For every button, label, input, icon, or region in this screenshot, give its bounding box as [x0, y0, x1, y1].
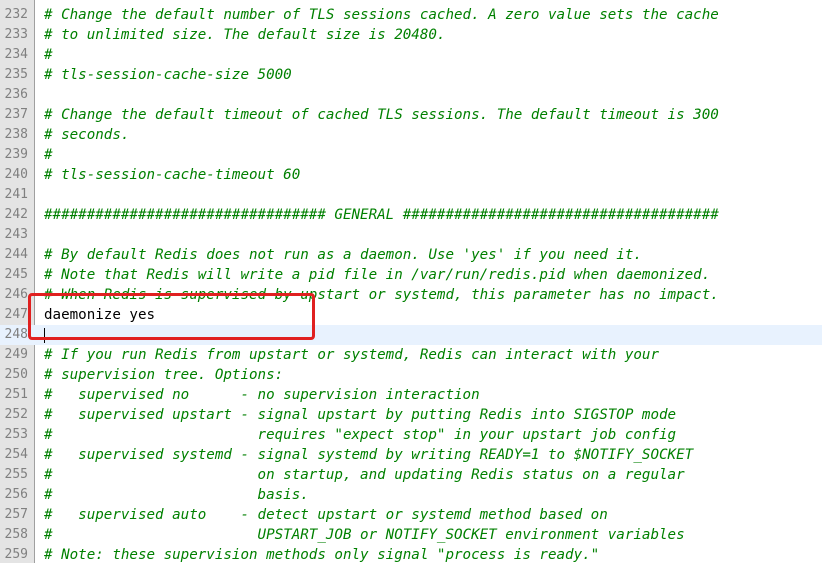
- line-number: 255: [4, 467, 28, 482]
- code-line[interactable]: 258 # UPSTART_JOB or NOTIFY_SOCKET enviro…: [0, 525, 822, 545]
- code-line[interactable]: 239 #: [0, 145, 822, 165]
- comment-text: # on startup, and updating Redis status …: [44, 467, 685, 483]
- code-line[interactable]: 255 # on startup, and updating Redis stat…: [0, 465, 822, 485]
- comment-text: ################################# GENERA…: [44, 207, 719, 223]
- code-line[interactable]: 237 # Change the default timeout of cache…: [0, 105, 822, 125]
- code-line[interactable]: 240 # tls-session-cache-timeout 60: [0, 165, 822, 185]
- comment-text: # tls-session-cache-size 5000: [44, 67, 292, 83]
- code-editor[interactable]: 232 # Change the default number of TLS se…: [0, 0, 822, 563]
- comment-text: # seconds.: [44, 127, 130, 143]
- line-number: 247: [4, 307, 28, 322]
- line-number: 237: [4, 107, 28, 122]
- code-line[interactable]: 254 # supervised systemd - signal systemd…: [0, 445, 822, 465]
- line-number: 259: [4, 547, 28, 562]
- comment-text: # Change the default timeout of cached T…: [44, 107, 719, 123]
- code-line[interactable]: 238 # seconds.: [0, 125, 822, 145]
- code-line[interactable]: 244 # By default Redis does not run as a …: [0, 245, 822, 265]
- line-number: 236: [4, 87, 28, 102]
- code-line[interactable]: 259 # Note: these supervision methods onl…: [0, 545, 822, 565]
- code-line[interactable]: 252 # supervised upstart - signal upstart…: [0, 405, 822, 425]
- line-number: 242: [4, 207, 28, 222]
- code-line[interactable]: 234 #: [0, 45, 822, 65]
- line-number: 245: [4, 267, 28, 282]
- comment-text: # supervised upstart - signal upstart by…: [44, 407, 677, 423]
- code-line[interactable]: 251 # supervised no - no supervision inte…: [0, 385, 822, 405]
- code-line[interactable]: 243: [0, 225, 822, 245]
- comment-text: # requires "expect stop" in your upstart…: [44, 427, 677, 443]
- line-number: 250: [4, 367, 28, 382]
- comment-text: # supervision tree. Options:: [44, 367, 284, 383]
- code-line[interactable]: 241: [0, 185, 822, 205]
- line-number: 258: [4, 527, 28, 542]
- line-number: 246: [4, 287, 28, 302]
- code-line[interactable]: 246 # When Redis is supervised by upstart…: [0, 285, 822, 305]
- code-line[interactable]: 257 # supervised auto - detect upstart or…: [0, 505, 822, 525]
- line-number: 256: [4, 487, 28, 502]
- line-number: 235: [4, 67, 28, 82]
- code-line[interactable]: 232 # Change the default number of TLS se…: [0, 5, 822, 25]
- line-number: 254: [4, 447, 28, 462]
- code-line[interactable]: 248: [0, 325, 822, 345]
- comment-text: # UPSTART_JOB or NOTIFY_SOCKET environme…: [44, 527, 685, 543]
- comment-text: # to unlimited size. The default size is…: [44, 27, 446, 43]
- line-number: 257: [4, 507, 28, 522]
- comment-text: # supervised auto - detect upstart or sy…: [44, 507, 608, 523]
- comment-text: # Note: these supervision methods only s…: [44, 547, 600, 563]
- text-caret: [44, 328, 45, 343]
- comment-text: #: [44, 147, 53, 163]
- code-line[interactable]: 247 daemonize yes: [0, 305, 822, 325]
- line-number: 248: [4, 327, 28, 342]
- code-line[interactable]: 235 # tls-session-cache-size 5000: [0, 65, 822, 85]
- line-number: 239: [4, 147, 28, 162]
- comment-text: # tls-session-cache-timeout 60: [44, 167, 301, 183]
- code-line[interactable]: 245 # Note that Redis will write a pid fi…: [0, 265, 822, 285]
- line-number: 238: [4, 127, 28, 142]
- comment-text: # When Redis is supervised by upstart or…: [44, 287, 719, 303]
- code-line[interactable]: 242 ################################# GEN…: [0, 205, 822, 225]
- comment-text: # Note that Redis will write a pid file …: [44, 267, 711, 283]
- line-number: 233: [4, 27, 28, 42]
- comment-text: #: [44, 47, 53, 63]
- comment-text: # supervised no - no supervision interac…: [44, 387, 480, 403]
- line-number: 240: [4, 167, 28, 182]
- code-text: daemonize yes: [44, 307, 156, 323]
- line-number: 253: [4, 427, 28, 442]
- code-line[interactable]: 249 # If you run Redis from upstart or sy…: [0, 345, 822, 365]
- comment-text: # If you run Redis from upstart or syste…: [44, 347, 659, 363]
- code-line[interactable]: 233 # to unlimited size. The default size…: [0, 25, 822, 45]
- line-number: 252: [4, 407, 28, 422]
- line-number: 234: [4, 47, 28, 62]
- comment-text: # Change the default number of TLS sessi…: [44, 7, 719, 23]
- comment-text: # basis.: [44, 487, 309, 503]
- line-number: 232: [4, 7, 28, 22]
- comment-text: # By default Redis does not run as a dae…: [44, 247, 642, 263]
- line-number: 244: [4, 247, 28, 262]
- code-line[interactable]: 253 # requires "expect stop" in your upst…: [0, 425, 822, 445]
- code-line[interactable]: 250 # supervision tree. Options:: [0, 365, 822, 385]
- line-number: 251: [4, 387, 28, 402]
- line-number: 241: [4, 187, 28, 202]
- code-line[interactable]: 256 # basis.: [0, 485, 822, 505]
- comment-text: # supervised systemd - signal systemd by…: [44, 447, 694, 463]
- code-line[interactable]: 236: [0, 85, 822, 105]
- line-number: 249: [4, 347, 28, 362]
- line-number: 243: [4, 227, 28, 242]
